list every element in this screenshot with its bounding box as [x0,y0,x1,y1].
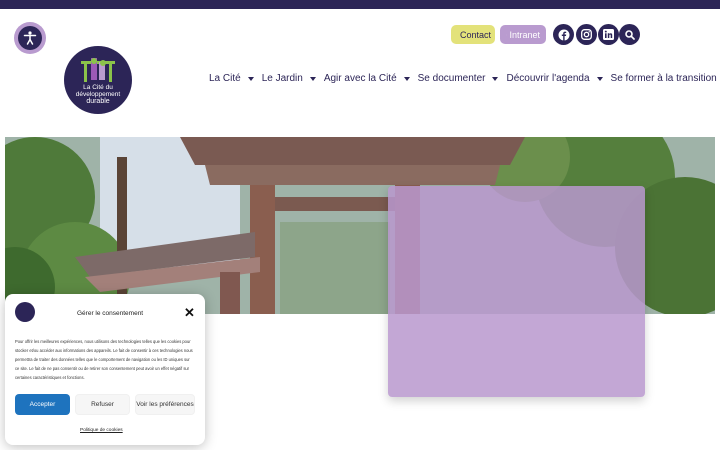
facebook-link[interactable] [553,24,574,45]
chevron-down-icon [403,76,410,81]
logo-mark [81,58,115,82]
accept-button[interactable]: Accepter [15,394,70,415]
intranet-label: Intranet [509,29,540,40]
accessibility-button[interactable] [14,22,46,54]
contact-label: Contact [460,29,492,40]
hero-overlay-card [388,186,645,397]
nav-item-se-former[interactable]: Se former à la transition [611,73,720,84]
instagram-link[interactable] [576,24,597,45]
nav-item-le-jardin[interactable]: Le Jardin [262,73,316,84]
chevron-down-icon [309,76,316,81]
cookie-policy-link[interactable]: Politique de cookies [80,428,123,433]
accessibility-icon [18,26,42,50]
intranet-button[interactable]: Intranet [500,25,546,44]
chevron-down-icon [596,76,603,81]
linkedin-link[interactable] [598,24,619,45]
nav-item-se-documenter[interactable]: Se documenter [418,73,499,84]
top-bar [0,0,720,9]
consent-body-text: Pour offrir les meilleures expériences, … [15,339,193,380]
preferences-button[interactable]: Voir les préférences [135,394,195,415]
facebook-icon [558,29,569,41]
site-logo[interactable]: La Cité du développement durable [64,46,132,114]
nav-item-agenda[interactable]: Découvrir l'agenda [506,73,603,84]
consent-title: Gérer le consentement [77,310,144,317]
search-button[interactable] [619,24,640,45]
logo-text: La Cité du développement durable [75,84,121,105]
cookie-consent-dialog: Gérer le consentement ✕ Pour offrir les … [5,294,205,445]
nav-item-agir[interactable]: Agir avec la Cité [324,73,410,84]
consent-logo [15,302,35,322]
chevron-down-icon [247,76,254,81]
main-navigation: La Cité Le Jardin Agir avec la Cité Se d… [209,73,720,84]
search-icon [624,29,635,40]
instagram-icon [581,29,592,40]
close-icon[interactable]: ✕ [184,306,195,319]
contact-button[interactable]: Contact [451,25,495,44]
nav-item-la-cite[interactable]: La Cité [209,73,254,84]
linkedin-icon [603,29,614,40]
chevron-down-icon [492,76,499,81]
refuse-button[interactable]: Refuser [75,394,130,415]
